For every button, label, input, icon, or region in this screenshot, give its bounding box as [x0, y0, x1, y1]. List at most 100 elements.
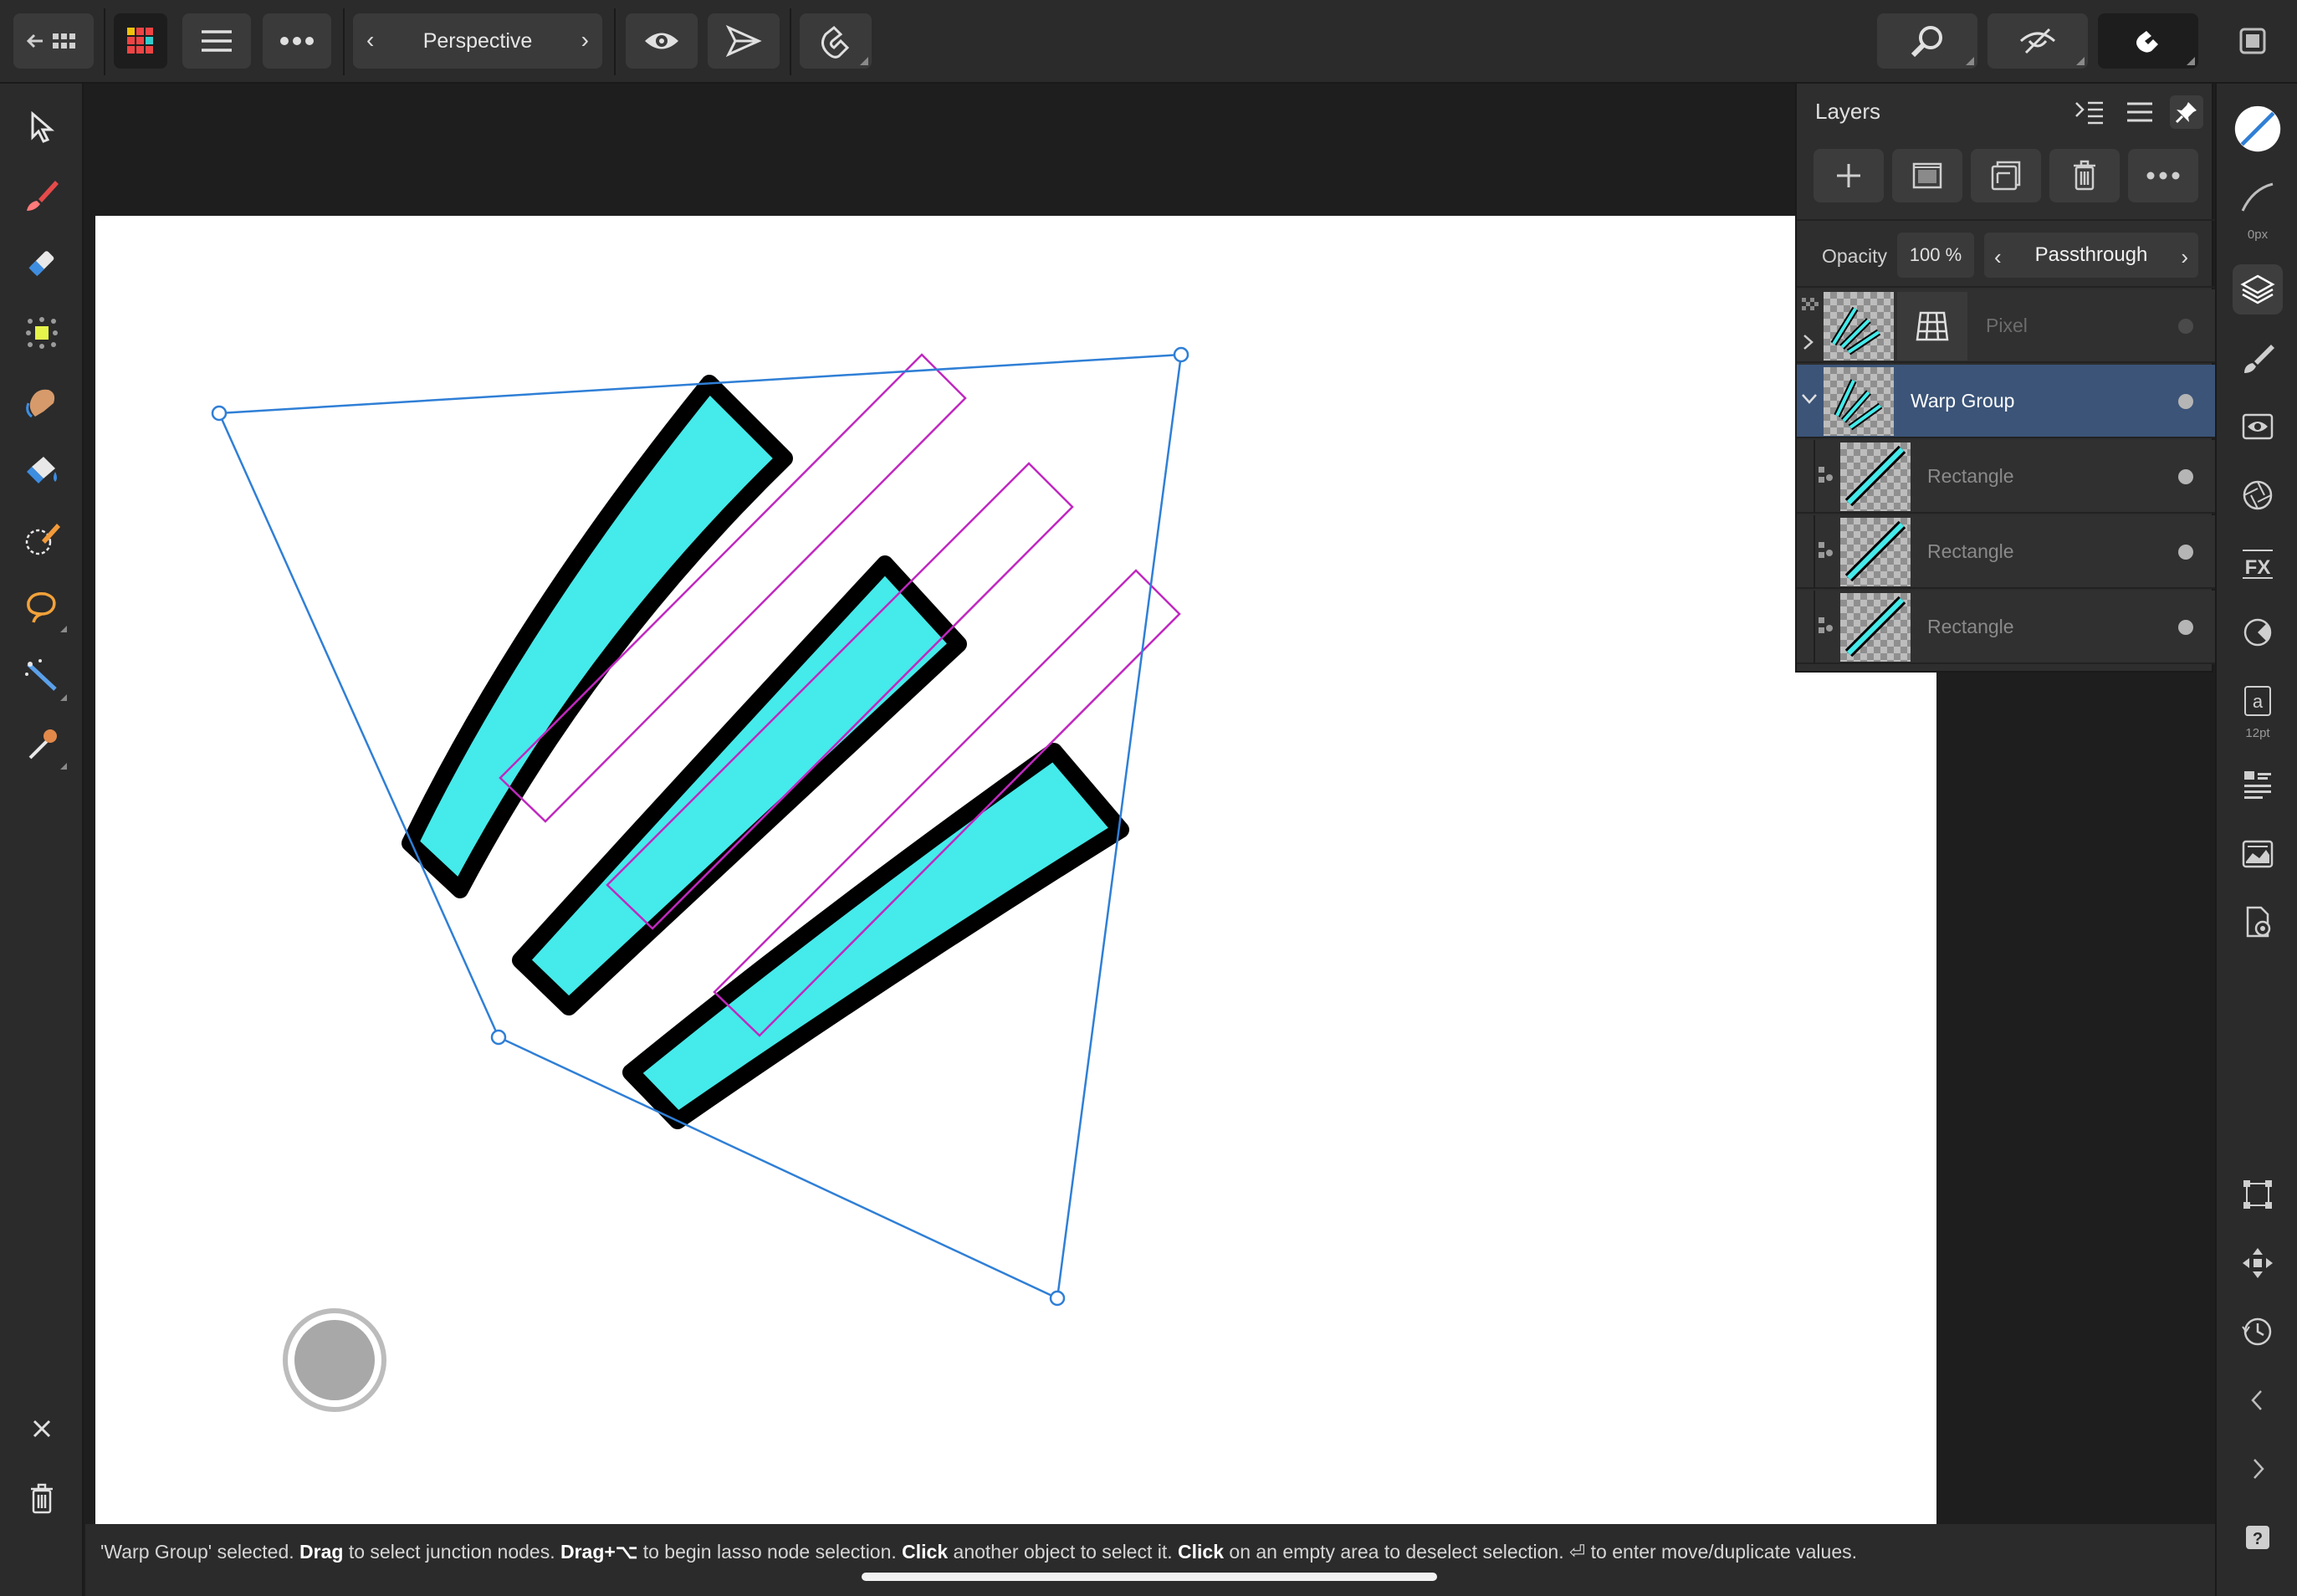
- visibility-toggle[interactable]: [2178, 469, 2193, 484]
- shape-type-icon: [1819, 617, 1833, 633]
- aperture-icon: [2243, 480, 2273, 510]
- hint-segment: on an empty area to deselect selection. …: [1224, 1541, 1858, 1563]
- layer-thumbnail: [1824, 367, 1894, 436]
- adjustment-eye-icon: [2242, 413, 2274, 440]
- layer-row-pixel[interactable]: Pixel: [1797, 289, 2215, 363]
- rectangle-thumbnail-icon: [1844, 445, 1906, 507]
- text-a-icon: a: [2244, 686, 2271, 716]
- paragraph-studio-button[interactable]: [2233, 760, 2283, 810]
- layer-thumbnail: [1840, 593, 1911, 662]
- fill-none-swatch-icon: [2234, 105, 2281, 152]
- group-layers-button[interactable]: [1971, 149, 2041, 202]
- chevron-left-icon: [2251, 1390, 2262, 1410]
- context-hint-text: 'Warp Group' selected. Drag to select ju…: [100, 1541, 1857, 1563]
- navigator-studio-button[interactable]: [2233, 470, 2283, 520]
- styles-studio-button[interactable]: [2233, 607, 2283, 657]
- hint-segment: to select junction nodes.: [343, 1541, 560, 1563]
- layer-row-rectangle[interactable]: Rectangle: [1797, 440, 2215, 514]
- style-circle-icon: [2243, 618, 2272, 647]
- history-studio-button[interactable]: [2233, 1307, 2283, 1357]
- help-button[interactable]: ?: [2233, 1512, 2283, 1563]
- undo-button[interactable]: [2233, 1375, 2283, 1425]
- panel-title: Layers: [1815, 99, 1881, 124]
- adjustments-studio-button[interactable]: [2233, 402, 2283, 452]
- blend-mode-label: Passthrough: [2034, 243, 2148, 266]
- floating-modifier-button[interactable]: [283, 1308, 386, 1412]
- blend-mode-selector[interactable]: ‹ Passthrough ›: [1984, 233, 2198, 278]
- shape-type-icon: [1819, 467, 1833, 483]
- layers-studio-button[interactable]: [2233, 264, 2283, 315]
- plus-icon: [1837, 164, 1860, 187]
- svg-text:?: ?: [2253, 1530, 2263, 1548]
- redo-button[interactable]: [2233, 1444, 2283, 1494]
- layer-more-button[interactable]: [2128, 149, 2198, 202]
- layer-row-rectangle[interactable]: Rectangle: [1797, 591, 2215, 664]
- stroke-width-label: 0px: [2247, 228, 2269, 242]
- hierarchy-line: [1814, 591, 1815, 664]
- stroke-button[interactable]: [2233, 172, 2283, 223]
- rectangle-thumbnail-icon: [1844, 596, 1906, 657]
- move-arrows-icon: [2243, 1248, 2273, 1278]
- collapse-list-icon: [2075, 101, 2103, 125]
- checkerboard-badge-icon: [1802, 298, 1819, 310]
- hint-keyword: Click: [902, 1541, 949, 1563]
- layer-name: Rectangle: [1927, 465, 2014, 487]
- warp-node-bottom-left[interactable]: [490, 1029, 507, 1046]
- brush-icon: [2244, 345, 2274, 373]
- svg-text:FX: FX: [2245, 556, 2271, 579]
- hint-keyword: Click: [1178, 1541, 1225, 1563]
- home-indicator[interactable]: [862, 1573, 1437, 1581]
- hamburger-icon: [2127, 102, 2152, 122]
- chevron-right-icon[interactable]: ›: [2181, 244, 2188, 270]
- fx-icon: FX: [2243, 550, 2273, 579]
- effects-studio-button[interactable]: FX: [2233, 539, 2283, 589]
- help-icon: ?: [2246, 1526, 2269, 1549]
- opacity-value-field[interactable]: 100 %: [1897, 233, 1974, 278]
- pin-panel-button[interactable]: [2170, 95, 2203, 129]
- layer-row-warp-group[interactable]: Warp Group: [1797, 365, 2215, 438]
- warp-node-top-left[interactable]: [211, 405, 228, 422]
- document-gear-icon: [2246, 906, 2271, 938]
- color-swatch-button[interactable]: [2233, 104, 2283, 154]
- warp-node-bottom-right[interactable]: [1049, 1290, 1066, 1307]
- transform-box-icon: [2243, 1180, 2272, 1209]
- move-nudge-button[interactable]: [2233, 1238, 2283, 1288]
- panel-menu-button[interactable]: [2123, 95, 2156, 129]
- visibility-toggle[interactable]: [2178, 620, 2193, 635]
- layer-name: Pixel: [1986, 315, 2028, 336]
- collapse-chevron-icon[interactable]: [1800, 391, 1819, 407]
- mesh-grid-icon: [1916, 311, 1949, 341]
- visibility-toggle[interactable]: [2178, 319, 2193, 334]
- warp-node-top-right[interactable]: [1173, 346, 1189, 363]
- mask-icon: [1912, 162, 1942, 189]
- character-studio-button[interactable]: a: [2233, 676, 2283, 726]
- hierarchy-line: [1814, 440, 1815, 514]
- pin-icon: [2175, 102, 2197, 124]
- ellipsis-icon: [2146, 171, 2180, 180]
- expand-chevron-icon[interactable]: [1802, 333, 1815, 351]
- document-settings-button[interactable]: [2233, 897, 2283, 947]
- shape-type-icon: [1819, 542, 1833, 558]
- delete-layer-button[interactable]: [2049, 149, 2120, 202]
- status-bar: 'Warp Group' selected. Drag to select ju…: [85, 1524, 2215, 1596]
- strokes-thumbnail-icon: [1834, 379, 1883, 431]
- transform-studio-button[interactable]: [2233, 1169, 2283, 1220]
- opacity-label: Opacity: [1822, 245, 1887, 267]
- visibility-toggle[interactable]: [2178, 394, 2193, 409]
- hierarchy-line: [1814, 515, 1815, 589]
- image-stock-icon: [2242, 840, 2274, 868]
- visibility-toggle[interactable]: [2178, 545, 2193, 560]
- brushes-studio-button[interactable]: [2233, 333, 2283, 383]
- layer-row-rectangle[interactable]: Rectangle: [1797, 515, 2215, 589]
- floating-modifier-knob: [294, 1320, 375, 1400]
- layer-options-button[interactable]: [2073, 95, 2106, 129]
- stock-studio-button[interactable]: [2233, 828, 2283, 878]
- layer-thumbnail: [1840, 442, 1911, 511]
- group-icon: [1991, 161, 2021, 191]
- add-layer-button[interactable]: [1814, 149, 1884, 202]
- opacity-blend-row: Opacity 100 % ‹ Passthrough ›: [1797, 219, 2215, 288]
- hint-keyword: Drag: [299, 1541, 344, 1563]
- mesh-warp-thumbnail: [1897, 292, 1967, 361]
- studio-strip: 0px FX a 12pt ?: [2215, 84, 2297, 1596]
- add-mask-button[interactable]: [1892, 149, 1962, 202]
